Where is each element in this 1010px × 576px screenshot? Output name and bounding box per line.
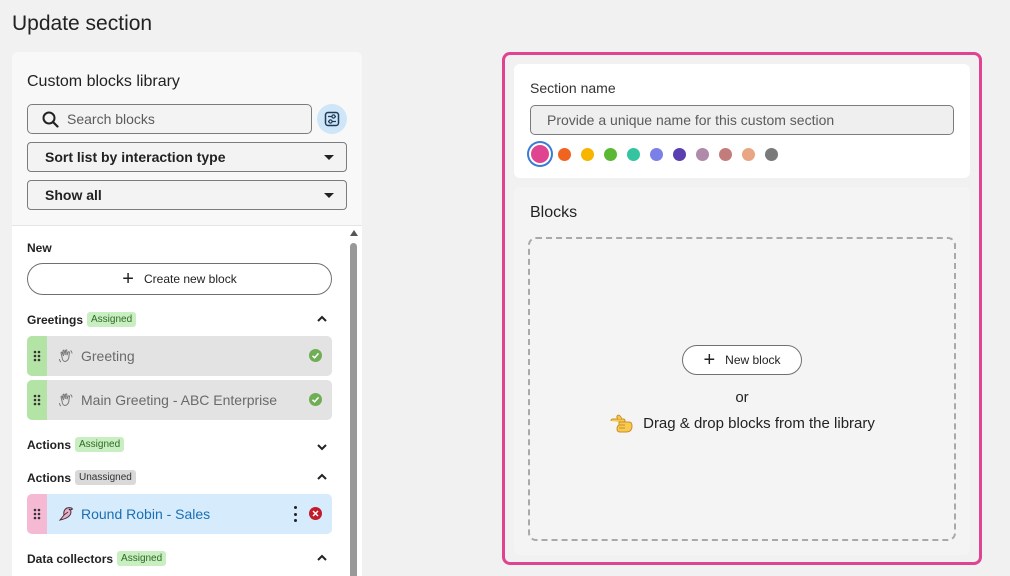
section-name-card: Section name xyxy=(514,64,970,178)
list-scrollbar[interactable] xyxy=(349,228,359,576)
caret-down-icon xyxy=(324,193,334,198)
waving-hand-icon xyxy=(57,347,75,365)
color-swatch[interactable] xyxy=(650,147,663,161)
color-swatch[interactable] xyxy=(696,147,709,161)
sliders-icon xyxy=(324,111,340,127)
blocks-dropzone[interactable]: + New block or Drag & drop blocks from t… xyxy=(528,237,956,541)
drag-hint-text: Drag & drop blocks from the library xyxy=(643,414,875,432)
new-block-button[interactable]: + New block xyxy=(682,345,802,375)
chevron-down-icon[interactable] xyxy=(316,441,328,453)
sort-select[interactable]: Sort list by interaction type xyxy=(27,142,347,172)
group-header-data-collectors[interactable]: Data collectors Assigned xyxy=(27,551,332,566)
section-editor: Section name Blocks + New block or xyxy=(502,52,982,565)
group-header-actions-assigned[interactable]: Actions Assigned xyxy=(27,437,332,452)
drag-handle-icon[interactable] xyxy=(27,336,47,376)
search-icon xyxy=(42,111,59,128)
plus-icon: + xyxy=(703,349,716,371)
create-new-block-label: Create new block xyxy=(143,272,237,286)
scroll-thumb[interactable] xyxy=(350,243,357,576)
group-header-actions-unassigned[interactable]: Actions Unassigned xyxy=(27,470,332,485)
group-label-text: Greetings xyxy=(27,312,84,327)
drag-handle-icon[interactable] xyxy=(27,494,47,534)
round-robin-bird-icon xyxy=(57,505,75,523)
drag-handle-icon[interactable] xyxy=(27,380,47,420)
check-icon xyxy=(309,349,322,362)
status-badge: Unassigned xyxy=(75,470,136,485)
search-input[interactable] xyxy=(67,111,287,127)
chevron-up-icon[interactable] xyxy=(316,552,328,564)
chevron-up-icon[interactable] xyxy=(316,471,328,483)
create-new-block-button[interactable]: + Create new block xyxy=(27,263,332,295)
blocks-card: Blocks + New block or Drag & drop blocks… xyxy=(514,187,970,555)
sort-select-value: Sort list by interaction type xyxy=(45,149,226,165)
custom-blocks-library-panel: Custom blocks library Sort list by inter… xyxy=(12,52,362,576)
chevron-up-icon[interactable] xyxy=(316,313,328,325)
pointing-hand-icon xyxy=(609,412,635,434)
group-label-new: New xyxy=(27,241,52,255)
color-swatch[interactable] xyxy=(558,147,571,161)
error-x-icon xyxy=(309,507,322,520)
block-item-round-robin-sales[interactable]: Round Robin - Sales xyxy=(27,494,332,534)
block-item-greeting[interactable]: Greeting xyxy=(27,336,332,376)
new-block-label: New block xyxy=(725,353,781,367)
blocks-title: Blocks xyxy=(530,204,578,221)
color-swatch[interactable] xyxy=(742,147,755,161)
filter-settings-button[interactable] xyxy=(317,104,347,134)
or-text: or xyxy=(735,389,749,406)
drag-drop-hint: Drag & drop blocks from the library xyxy=(530,412,954,434)
status-badge: Assigned xyxy=(117,551,167,566)
plus-icon: + xyxy=(122,268,134,290)
color-swatch[interactable] xyxy=(627,147,640,161)
filter-select-value: Show all xyxy=(45,187,102,203)
block-item-label: Main Greeting - ABC Enterprise xyxy=(81,392,278,408)
check-icon xyxy=(309,393,322,406)
block-item-main-greeting[interactable]: Main Greeting - ABC Enterprise xyxy=(27,380,332,420)
search-box[interactable] xyxy=(27,104,312,134)
group-header-greetings[interactable]: Greetings Assigned xyxy=(27,312,332,327)
library-header: Custom blocks library Sort list by inter… xyxy=(12,52,362,226)
blocks-list: New + Create new block Greetings Assigne… xyxy=(12,227,347,576)
scroll-up-arrow-icon[interactable] xyxy=(350,230,358,236)
color-swatch[interactable] xyxy=(531,145,549,163)
color-swatch[interactable] xyxy=(673,147,686,161)
library-title: Custom blocks library xyxy=(27,73,180,90)
waving-hand-icon xyxy=(57,391,75,409)
more-options-icon[interactable] xyxy=(294,506,298,522)
block-item-label: Round Robin - Sales xyxy=(81,506,211,522)
section-name-input[interactable] xyxy=(530,105,954,135)
group-label-text: Data collectors xyxy=(27,551,114,566)
color-swatch[interactable] xyxy=(765,147,778,161)
section-name-label: Section name xyxy=(530,80,616,96)
group-label-text: Actions xyxy=(27,470,72,485)
status-badge: Assigned xyxy=(75,437,125,452)
group-label-text: Actions xyxy=(27,437,72,452)
page-title: Update section xyxy=(12,12,153,35)
group-label-text: New xyxy=(27,241,52,255)
status-badge: Assigned xyxy=(87,312,137,327)
caret-down-icon xyxy=(324,155,334,160)
color-swatch[interactable] xyxy=(604,147,617,161)
color-swatch[interactable] xyxy=(719,147,732,161)
block-item-label: Greeting xyxy=(81,348,135,364)
color-swatch[interactable] xyxy=(581,147,594,161)
filter-select[interactable]: Show all xyxy=(27,180,347,210)
color-swatches xyxy=(530,144,788,164)
